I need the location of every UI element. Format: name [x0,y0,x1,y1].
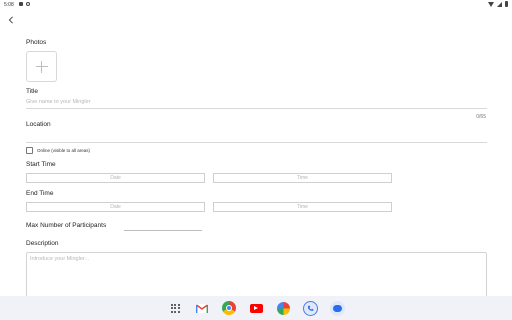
gmail-button[interactable] [194,300,211,317]
notification-icon [19,2,23,6]
signal-icon [497,1,502,7]
start-date-input[interactable]: Date [26,173,205,183]
start-time-placeholder: Time [297,175,308,181]
photos-button[interactable] [275,300,292,317]
title-placeholder: Give name to your Mingler [26,99,91,105]
app-drawer-icon [170,303,180,313]
location-input[interactable] [26,131,487,143]
back-button[interactable] [4,13,18,27]
status-notification-icons [19,2,30,6]
phone-icon [302,300,318,316]
description-placeholder: Introduce your Mingler... [30,256,90,262]
online-checkbox-label: Online (visible to all areas) [37,148,91,153]
sync-icon [26,2,30,6]
start-time-label: Start Time [26,161,56,168]
end-time-input[interactable]: Time [213,202,392,212]
title-label: Title [26,88,39,95]
description-label: Description [26,240,59,247]
start-time-input[interactable]: Time [213,173,392,183]
phone-button[interactable] [302,300,319,317]
app-dock [0,296,512,320]
gmail-icon [196,303,208,313]
wifi-icon [488,1,494,7]
end-time-placeholder: Time [297,204,308,210]
youtube-button[interactable] [248,300,265,317]
end-time-label: End Time [26,190,54,197]
chrome-icon [222,301,236,315]
status-time: 5:08 [4,2,14,8]
location-label: Location [26,121,51,128]
battery-icon [505,1,508,7]
messages-button[interactable] [329,300,346,317]
start-date-placeholder: Date [110,175,121,181]
title-char-counter: 0/65 [476,114,486,120]
youtube-icon [249,303,263,313]
app-drawer-button[interactable] [167,300,184,317]
chrome-button[interactable] [221,300,238,317]
status-system-icons [488,1,508,7]
plus-icon [35,60,48,73]
messages-icon [329,300,345,316]
online-checkbox[interactable] [26,147,33,154]
end-date-input[interactable]: Date [26,202,205,212]
photos-label: Photos [26,39,47,46]
add-photo-button[interactable] [26,51,57,82]
max-participants-label: Max Number of Participants [26,222,107,229]
end-date-placeholder: Date [110,204,121,210]
title-input[interactable]: Give name to your Mingler [26,97,487,109]
max-participants-input[interactable] [124,230,202,231]
status-bar: 5:08 [0,0,512,10]
description-input[interactable]: Introduce your Mingler... [26,252,487,300]
chevron-left-icon [8,16,13,24]
photos-icon [276,301,290,315]
